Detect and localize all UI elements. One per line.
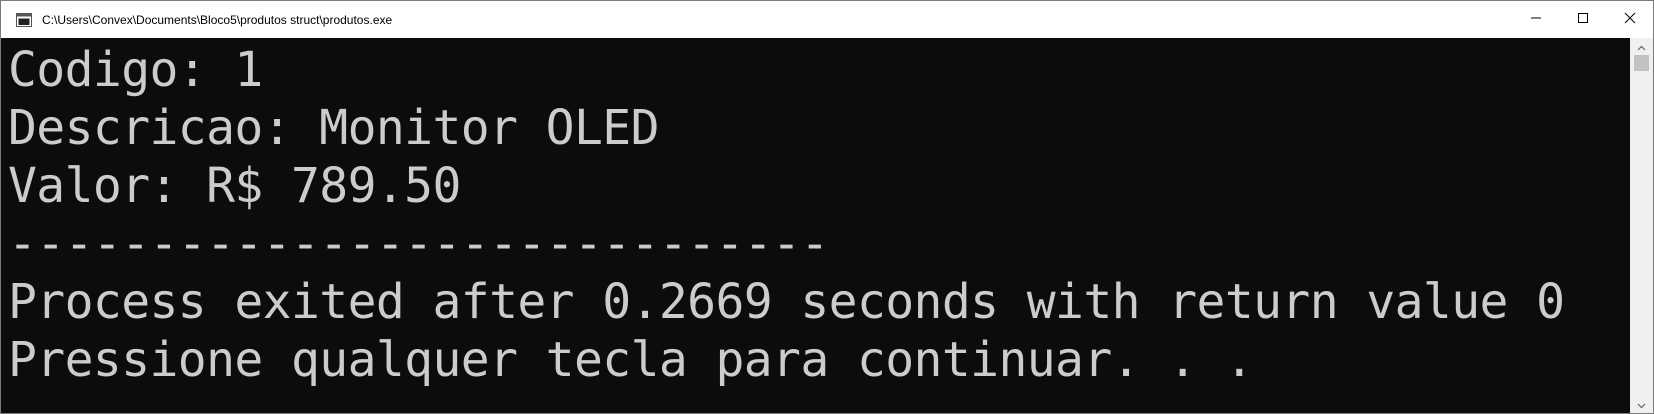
title-bar[interactable]: C:\Users\Convex\Documents\Bloco5\produto… bbox=[1, 1, 1653, 38]
vertical-scrollbar[interactable] bbox=[1630, 38, 1653, 413]
window-title: C:\Users\Convex\Documents\Bloco5\produto… bbox=[42, 12, 393, 27]
console-line-separator: ----------------------------- bbox=[8, 216, 829, 272]
close-button[interactable] bbox=[1606, 1, 1653, 38]
console-line-value: Valor: R$ 789.50 bbox=[8, 158, 461, 214]
console-window-icon[interactable] bbox=[15, 11, 33, 29]
minimize-button[interactable] bbox=[1512, 1, 1559, 38]
console-line-press-key: Pressione qualquer tecla para continuar.… bbox=[8, 332, 1254, 388]
close-icon bbox=[1624, 11, 1636, 29]
window-controls bbox=[1512, 1, 1653, 38]
maximize-icon bbox=[1577, 11, 1589, 29]
console-line-process-exited: Process exited after 0.2669 seconds with… bbox=[8, 274, 1565, 330]
maximize-button[interactable] bbox=[1559, 1, 1606, 38]
chevron-up-icon bbox=[1637, 38, 1646, 56]
minimize-icon bbox=[1530, 11, 1542, 29]
console-line-description: Descricao: Monitor OLED bbox=[8, 100, 659, 156]
console-output[interactable]: Codigo: 1 Descricao: Monitor OLED Valor:… bbox=[1, 38, 1630, 413]
scroll-down-button[interactable] bbox=[1630, 396, 1653, 413]
scrollbar-thumb[interactable] bbox=[1634, 55, 1649, 71]
console-window: C:\Users\Convex\Documents\Bloco5\produto… bbox=[0, 0, 1654, 414]
console-line-code: Codigo: 1 bbox=[8, 42, 263, 98]
chevron-down-icon bbox=[1637, 396, 1646, 414]
scroll-up-button[interactable] bbox=[1630, 38, 1653, 55]
